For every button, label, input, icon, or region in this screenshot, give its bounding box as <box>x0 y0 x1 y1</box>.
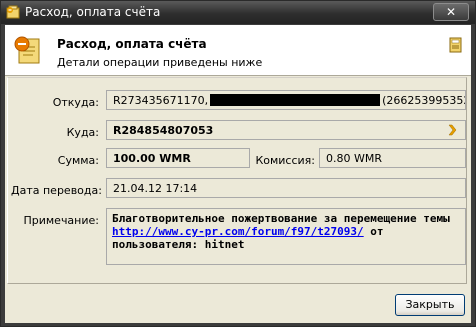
header-subtitle: Детали операции приведены ниже <box>57 56 263 69</box>
title-bar[interactable]: Расход, оплата счёта ✕ <box>1 1 475 24</box>
commission-field: 0.80 WMR <box>319 148 466 168</box>
dialog-header: Расход, оплата счёта Детали операции при… <box>5 25 471 76</box>
to-field: R284854807053 <box>106 120 466 140</box>
date-field: 21.04.12 17:14 <box>106 178 466 198</box>
header-title: Расход, оплата счёта <box>57 37 207 51</box>
amount-field: 100.00 WMR <box>106 148 250 168</box>
amount-label: Сумма: <box>57 154 99 167</box>
amount-value: 100.00 WMR <box>113 152 191 165</box>
note-label: Примечание: <box>23 214 99 227</box>
note-link[interactable]: http://www.cy-pr.com/forum/f97/t27093/ <box>112 225 364 238</box>
webmoney-icon <box>6 5 20 19</box>
commission-value: 0.80 WMR <box>326 152 382 165</box>
date-label: Дата перевода: <box>11 184 102 197</box>
date-value: 21.04.12 17:14 <box>113 182 198 195</box>
from-wmid: (266253995352) <box>382 94 466 107</box>
from-field: R273435671170, (266253995352) <box>106 90 466 110</box>
dialog-client: Расход, оплата счёта Детали операции при… <box>5 25 471 323</box>
close-button[interactable]: Закрыть <box>395 294 465 316</box>
dialog-window: Расход, оплата счёта ✕ Расход, оплата сч… <box>0 0 476 327</box>
from-wallet: R273435671170, <box>113 94 209 107</box>
note-field: Благотворительное пожертвование за перем… <box>106 208 466 265</box>
chevron-right-icon[interactable] <box>447 124 459 136</box>
to-value: R284854807053 <box>113 124 214 137</box>
to-label: Куда: <box>66 126 99 139</box>
commission-label: Комиссия: <box>255 154 315 167</box>
from-label: Откуда: <box>52 96 99 109</box>
window-close-button[interactable]: ✕ <box>433 3 469 21</box>
help-book-icon[interactable] <box>449 37 463 53</box>
invoice-icon <box>14 36 40 64</box>
window-title: Расход, оплата счёта <box>25 5 161 19</box>
note-text-before: Благотворительное пожертвование за перем… <box>112 212 450 225</box>
redacted-block <box>210 94 381 106</box>
